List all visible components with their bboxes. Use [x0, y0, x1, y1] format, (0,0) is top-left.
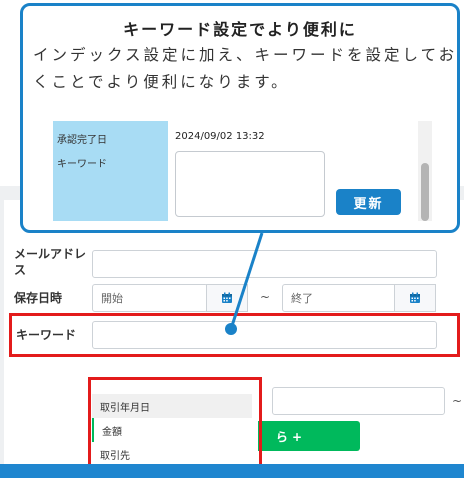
- tip-callout: キーワード設定でより便利に インデックス設定に加え、キーワードを設定しておくこと…: [20, 3, 460, 233]
- scrollbar-thumb[interactable]: [421, 163, 429, 221]
- callout-body: インデックス設定に加え、キーワードを設定しておくことでより便利になります。: [33, 46, 458, 91]
- approval-date-label: 承認完了日: [57, 135, 107, 146]
- approval-date-value: 2024/09/02 13:32: [175, 131, 265, 142]
- callout-example-screenshot: 承認完了日 キーワード 2024/09/02 13:32 更新: [53, 121, 433, 221]
- update-button[interactable]: 更新: [336, 189, 401, 215]
- callout-title: キーワード設定でより便利に: [123, 20, 357, 39]
- keyword-textarea[interactable]: [175, 151, 325, 217]
- inset-scrollbar[interactable]: [418, 121, 432, 221]
- inset-keyword-label: キーワード: [57, 159, 107, 170]
